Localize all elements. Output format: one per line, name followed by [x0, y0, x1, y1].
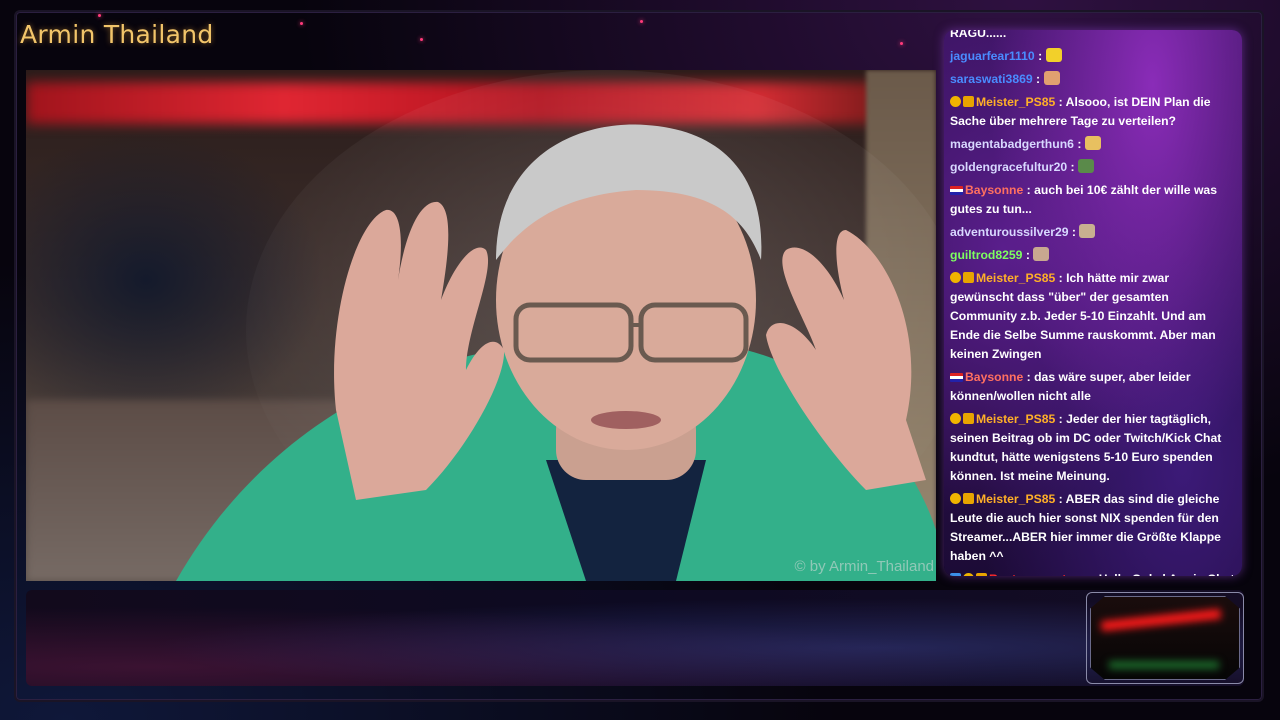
bottom-banner [26, 590, 1244, 686]
chat-separator: : [1022, 248, 1034, 262]
channel-title: Armin Thailand [20, 20, 214, 49]
chat-separator: : [1034, 49, 1046, 63]
gold-badge-icon [950, 96, 961, 107]
chat-username[interactable]: Meister_PS85 [976, 492, 1055, 506]
chat-username[interactable]: Meister_PS85 [976, 412, 1055, 426]
sparkle-decoration [900, 42, 903, 45]
chat-message: Baysonne : auch bei 10€ zählt der wille … [950, 181, 1236, 219]
chat-message: saraswati3869 : [950, 70, 1236, 89]
chat-separator: : [1023, 370, 1035, 384]
sparkle-decoration [420, 38, 423, 41]
green-led-strip [1109, 661, 1219, 669]
emote-square-icon [1033, 247, 1050, 261]
chat-username[interactable]: saraswati3869 [950, 72, 1033, 86]
chat-message: Baysonne : das wäre super, aber leider k… [950, 368, 1236, 406]
chat-message: guiltrod8259 : [950, 246, 1236, 265]
chat-separator: : [1055, 412, 1067, 426]
red-led-strip [1100, 608, 1222, 632]
chat-separator: : [1023, 183, 1035, 197]
chat-username[interactable]: Baysonne [965, 183, 1023, 197]
chat-username[interactable]: Meister_PS85 [976, 271, 1055, 285]
gold-badge-icon [950, 493, 961, 504]
sparkle-decoration [640, 20, 643, 23]
chat-username[interactable]: jaguarfear1110 [950, 49, 1035, 63]
crown-badge-icon [963, 96, 974, 107]
chat-message: magentabadgerthun6 : [950, 135, 1236, 154]
chat-message: Meister_PS85 : Jeder der hier tagtäglich… [950, 410, 1236, 486]
chat-username[interactable]: RAGU...... [950, 30, 1006, 40]
chat-separator: : [1055, 271, 1067, 285]
chat-username[interactable]: adventuroussilver29 [950, 225, 1069, 239]
streamer-figure [176, 70, 936, 581]
crown-badge-icon [963, 272, 974, 283]
flag-badge-icon [950, 373, 963, 382]
webcam-video: © by Armin_Thailand [26, 70, 936, 581]
chat-message: adventuroussilver29 : [950, 223, 1236, 242]
chat-separator: : [1088, 572, 1099, 576]
chat-username[interactable]: Rostamannstone [989, 572, 1088, 576]
chat-username[interactable]: Meister_PS85 [976, 95, 1055, 109]
blue-badge-icon [950, 573, 961, 576]
emote-yellow-icon [1045, 48, 1062, 62]
emote-small-icon [1079, 224, 1096, 238]
crown-badge-icon [976, 573, 987, 576]
gold-badge-icon [950, 272, 961, 283]
chat-separator: : [1055, 492, 1066, 506]
chat-username[interactable]: goldengracefultur20 [950, 160, 1067, 174]
gold-badge-icon [963, 573, 974, 576]
chat-separator: : [1032, 72, 1044, 86]
chat-message-text: Hallo Onkel Armin Chat [1099, 572, 1235, 576]
gold-badge-icon [950, 413, 961, 424]
chat-message: Rostamannstone : Hallo Onkel Armin Chat [950, 570, 1236, 576]
emote-face-icon [1084, 136, 1101, 150]
chat-panel[interactable]: RAGU...... jaguarfear1110 : saraswati3869… [944, 30, 1242, 576]
chat-separator: : [1073, 137, 1085, 151]
chat-message: jaguarfear1110 : [950, 47, 1236, 66]
crown-badge-icon [963, 413, 974, 424]
chat-separator: : [1068, 225, 1080, 239]
chat-message: RAGU...... [950, 30, 1236, 43]
chat-separator: : [1055, 95, 1066, 109]
chat-message: Meister_PS85 : Alsooo, ist DEIN Plan die… [950, 93, 1236, 131]
sparkle-decoration [98, 14, 101, 17]
chat-message-list[interactable]: RAGU...... jaguarfear1110 : saraswati3869… [944, 30, 1242, 576]
emote-turtle-icon [1078, 159, 1094, 173]
chat-username[interactable]: magentabadgerthun6 [950, 137, 1074, 151]
chat-separator: : [1067, 160, 1078, 174]
chat-message: goldengracefultur20 : [950, 158, 1236, 177]
chat-username[interactable]: Baysonne [965, 370, 1023, 384]
chat-message: Meister_PS85 : ABER das sind die gleiche… [950, 490, 1236, 566]
crown-badge-icon [963, 493, 974, 504]
video-watermark: © by Armin_Thailand [794, 558, 934, 575]
sparkle-decoration [300, 22, 303, 25]
chat-message: Meister_PS85 : Ich hätte mir zwar gewüns… [950, 269, 1236, 364]
mini-room-cam [1090, 596, 1240, 680]
emote-hand-icon [1043, 71, 1060, 85]
flag-badge-icon [950, 186, 963, 195]
chat-username[interactable]: guiltrod8259 [950, 248, 1022, 262]
